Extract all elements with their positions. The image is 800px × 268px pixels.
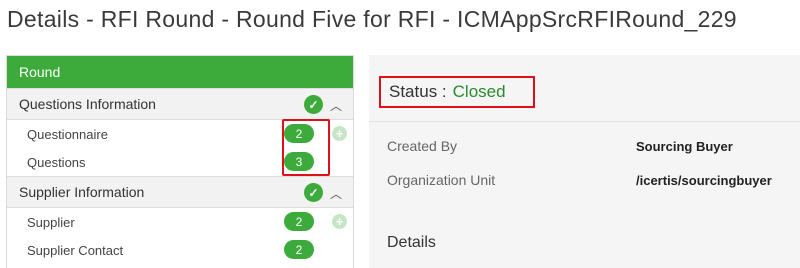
nav-item-label: Supplier Contact bbox=[27, 242, 124, 258]
page-title: Details - RFI Round - Round Five for RFI… bbox=[7, 6, 737, 32]
nav-item-label: Supplier bbox=[27, 214, 75, 230]
count-badge: 2 bbox=[284, 240, 314, 259]
organization-unit-value: /icertis/sourcingbuyer bbox=[636, 173, 772, 188]
nav-item-supplier[interactable]: Supplier 2 + bbox=[7, 208, 353, 236]
section-label: Questions Information bbox=[19, 96, 156, 112]
round-header[interactable]: Round bbox=[7, 56, 353, 88]
count-badge: 2 bbox=[284, 212, 314, 231]
nav-item-label: Questions bbox=[27, 154, 86, 170]
organization-unit-label: Organization Unit bbox=[387, 172, 496, 188]
section-questions-information[interactable]: Questions Information ✓ ︿ bbox=[7, 88, 353, 120]
status-label: Status : bbox=[389, 82, 447, 101]
details-heading: Details bbox=[387, 234, 436, 251]
divider bbox=[369, 121, 800, 122]
chevron-up-icon[interactable]: ︿ bbox=[330, 97, 342, 114]
section-supplier-information[interactable]: Supplier Information ✓ ︿ bbox=[7, 176, 353, 208]
plus-circle-icon[interactable]: + bbox=[332, 126, 347, 141]
check-circle-icon: ✓ bbox=[304, 95, 323, 114]
round-header-label: Round bbox=[19, 64, 61, 80]
nav-item-supplier-contact[interactable]: Supplier Contact 2 bbox=[7, 236, 353, 264]
plus-circle-icon[interactable]: + bbox=[332, 214, 347, 229]
highlight-box-counts bbox=[282, 119, 330, 176]
created-by-value: Sourcing Buyer bbox=[636, 139, 733, 154]
section-label: Supplier Information bbox=[19, 184, 145, 200]
nav-item-label: Questionnaire bbox=[27, 126, 108, 142]
status-indicator: Status : Closed bbox=[379, 76, 535, 108]
status-value: Closed bbox=[452, 82, 506, 101]
check-circle-icon: ✓ bbox=[304, 183, 323, 202]
chevron-up-icon[interactable]: ︿ bbox=[330, 185, 342, 202]
created-by-label: Created By bbox=[387, 138, 458, 154]
